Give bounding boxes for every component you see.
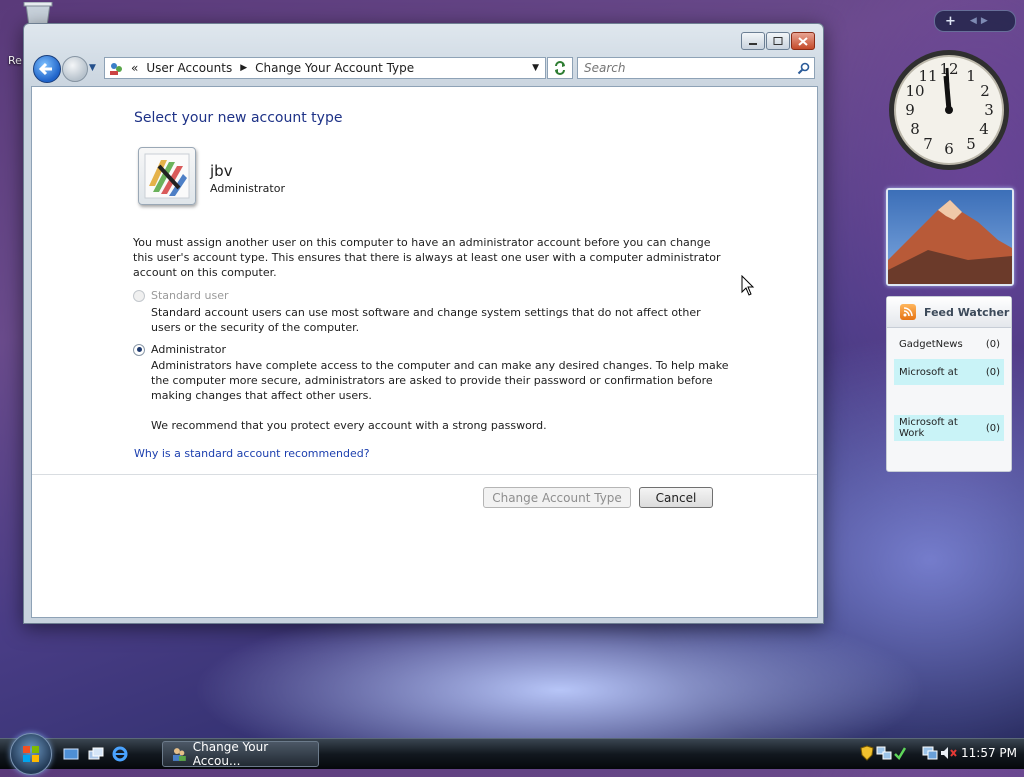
clock-gadget[interactable]: 12 12 345 678 91011 — [887, 48, 1011, 172]
standard-user-radio — [133, 289, 145, 302]
svg-text:7: 7 — [923, 135, 933, 153]
standard-user-description: Standard account users can use most soft… — [151, 306, 701, 334]
svg-text:8: 8 — [910, 120, 920, 138]
taskbar: Change Your Accou... 11:57 PM — [0, 733, 1024, 775]
windows-logo-icon — [23, 746, 39, 762]
search-icon[interactable] — [797, 62, 810, 75]
divider — [32, 474, 817, 475]
maximize-button[interactable] — [766, 32, 790, 50]
help-link[interactable]: Why is a standard account recommended? — [134, 447, 370, 460]
feed-header: Feed Watcher — [887, 297, 1011, 328]
svg-text:4: 4 — [979, 120, 989, 138]
taskbar-window-title: Change Your Accou... — [192, 740, 269, 768]
recent-pages-dropdown[interactable]: ▼ — [89, 63, 96, 73]
notice-text: You must assign another user on this com… — [133, 236, 721, 279]
internet-explorer-icon[interactable] — [112, 746, 128, 762]
svg-text:5: 5 — [966, 135, 976, 153]
refresh-icon — [555, 61, 565, 75]
system-tray: 11:57 PM — [852, 739, 1024, 769]
mouse-cursor-icon — [741, 275, 755, 296]
feed-item[interactable]: Microsoft at Work (0) — [894, 415, 1004, 441]
close-button[interactable] — [791, 32, 815, 50]
svg-text:2: 2 — [980, 82, 990, 100]
content-pane: Select your new account type jbv Adminis… — [31, 86, 818, 618]
desktop-icon-label: Re — [8, 54, 22, 67]
close-icon — [798, 36, 808, 46]
svg-text:9: 9 — [905, 101, 915, 119]
feed-item-count: (0) — [985, 366, 1000, 378]
start-button[interactable] — [10, 733, 52, 775]
address-dropdown-icon[interactable]: ▼ — [532, 63, 539, 73]
breadcrumb-user-accounts[interactable]: User Accounts — [146, 61, 232, 75]
svg-text:3: 3 — [984, 101, 994, 119]
show-desktop-icon[interactable] — [63, 746, 79, 762]
breadcrumb-change-account-type[interactable]: Change Your Account Type — [255, 61, 414, 75]
sidebar-controls: + ◀▶ — [934, 10, 1016, 32]
navigation-bar: ▼ « User Accounts ▶ Change Your Account … — [30, 54, 815, 83]
user-accounts-window: ▼ « User Accounts ▶ Change Your Account … — [23, 23, 824, 624]
window-controls — [741, 32, 815, 50]
rss-icon — [900, 304, 916, 320]
feed-item-name: GadgetNews — [899, 338, 963, 350]
add-gadget-icon[interactable]: + — [945, 14, 956, 29]
svg-text:1: 1 — [966, 67, 976, 85]
refresh-button[interactable] — [547, 57, 573, 79]
slideshow-gadget[interactable] — [886, 188, 1014, 286]
feed-watcher-gadget[interactable]: Feed Watcher GadgetNews (0) Microsoft at… — [886, 296, 1012, 472]
search-input[interactable] — [582, 60, 786, 76]
back-button[interactable] — [33, 55, 61, 83]
security-shield-icon[interactable] — [860, 745, 874, 761]
switch-windows-icon[interactable] — [88, 746, 104, 762]
checkmark-icon[interactable] — [894, 746, 906, 760]
svg-text:11: 11 — [918, 67, 937, 85]
user-name: jbv — [210, 162, 233, 180]
feed-item-name: Microsoft at — [899, 366, 958, 378]
forward-button[interactable] — [62, 56, 88, 82]
feed-item-count: (0) — [985, 338, 1000, 350]
gadget-nav-arrows-icon[interactable]: ◀▶ — [970, 16, 992, 26]
back-arrow-icon — [38, 62, 52, 76]
user-avatar — [138, 147, 196, 205]
svg-text:12: 12 — [939, 60, 958, 78]
feed-item[interactable]: Microsoft at (0) — [894, 359, 1004, 385]
breadcrumb-overflow-icon[interactable]: « — [131, 61, 138, 75]
administrator-radio[interactable] — [133, 343, 145, 356]
user-picture-icon — [144, 153, 190, 199]
feed-item[interactable]: GadgetNews (0) — [894, 331, 1004, 357]
display-icon[interactable] — [922, 745, 938, 761]
user-accounts-icon — [172, 748, 186, 761]
feed-item-count: (0) — [985, 422, 1000, 434]
taskbar-clock[interactable]: 11:57 PM — [961, 746, 1017, 760]
minimize-button[interactable] — [741, 32, 765, 50]
control-panel-icon — [110, 63, 122, 75]
svg-text:6: 6 — [944, 140, 954, 158]
administrator-label[interactable]: Administrator — [151, 343, 226, 356]
standard-user-label: Standard user — [151, 289, 229, 302]
maximize-icon — [773, 37, 783, 45]
feed-item-name: Microsoft at Work — [899, 417, 958, 439]
breadcrumb-separator-icon[interactable]: ▶ — [240, 63, 247, 73]
minimize-icon — [749, 43, 757, 45]
network-icon[interactable] — [876, 745, 892, 761]
feed-title: Feed Watcher — [924, 305, 1010, 319]
page-title: Select your new account type — [134, 110, 343, 126]
option-administrator[interactable]: Administrator — [133, 343, 226, 356]
volume-muted-icon[interactable] — [940, 745, 958, 761]
recommendation-text: We recommend that you protect every acco… — [151, 419, 547, 432]
taskbar-window-button[interactable]: Change Your Accou... — [162, 740, 319, 768]
cancel-button[interactable]: Cancel — [639, 487, 713, 508]
user-role: Administrator — [210, 182, 285, 195]
administrator-description: Administrators have complete access to t… — [151, 359, 729, 402]
change-account-type-button[interactable]: Change Account Type — [483, 487, 631, 508]
address-bar[interactable]: « User Accounts ▶ Change Your Account Ty… — [104, 57, 546, 79]
search-box[interactable] — [577, 57, 815, 79]
option-standard-user: Standard user — [133, 289, 229, 302]
